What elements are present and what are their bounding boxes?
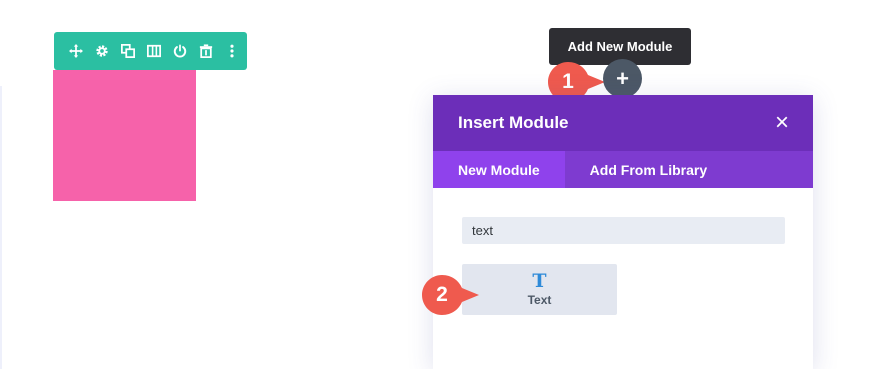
tab-add-from-library[interactable]: Add From Library [565,151,732,188]
duplicate-icon[interactable] [120,43,136,59]
gear-icon[interactable] [94,43,110,59]
columns-icon[interactable] [146,43,162,59]
module-search-input[interactable] [462,217,785,244]
step-marker-2: 2 [422,274,480,316]
insert-module-modal: Insert Module × New Module Add From Libr… [433,95,813,369]
module-option-label: Text [527,293,552,307]
canvas-edge [0,86,2,369]
step-number: 2 [436,283,448,306]
tab-new-module[interactable]: New Module [433,151,565,188]
modal-tabs: New Module Add From Library [433,151,813,188]
trash-icon[interactable] [198,43,214,59]
plus-icon: + [616,65,629,91]
add-module-button[interactable]: + [603,59,642,98]
modal-title: Insert Module [458,113,569,132]
text-icon: T [532,270,547,292]
more-icon[interactable] [224,43,240,59]
close-icon[interactable]: × [775,111,789,135]
module-block[interactable] [53,70,196,201]
module-option-text[interactable]: T Text [462,264,617,315]
move-icon[interactable] [68,43,84,59]
power-icon[interactable] [172,43,188,59]
modal-header: Insert Module × [433,95,813,151]
module-toolbar [54,32,247,70]
